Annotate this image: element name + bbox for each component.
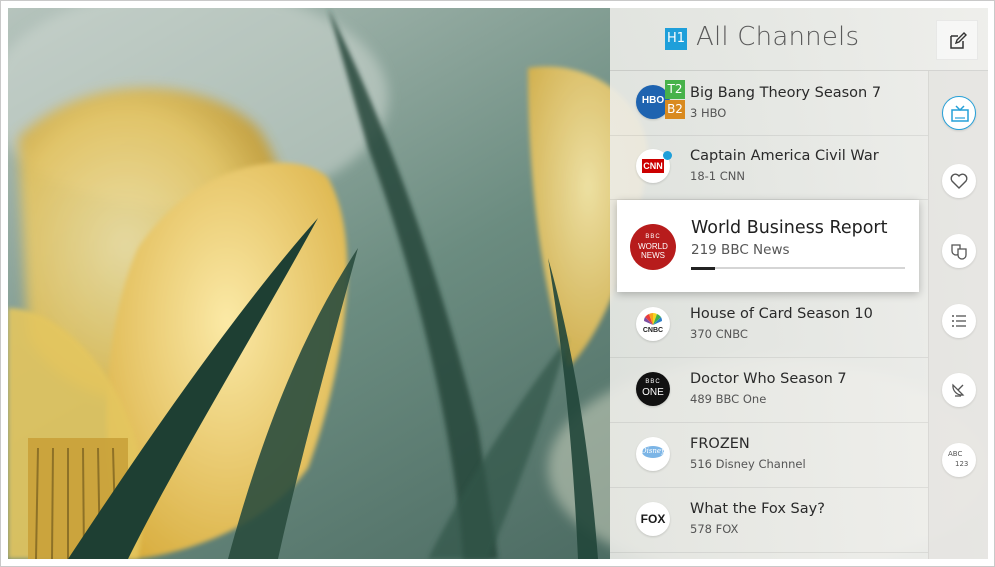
abc-label: ABC bbox=[948, 450, 963, 458]
channel-row-bbc-world-news-focused[interactable]: BBC WORLD NEWS World Business Report 219… bbox=[617, 200, 919, 292]
channel-number-name: 370 CNBC bbox=[690, 327, 748, 341]
bbc-world-news-logo: BBC WORLD NEWS bbox=[630, 224, 676, 270]
channel-title: What the Fox Say? bbox=[690, 501, 825, 517]
channel-row-hbo[interactable]: HBO T2 B2 Big Bang Theory Season 7 3 HBO bbox=[610, 71, 928, 136]
category-sidebar: ABC 123 bbox=[928, 71, 988, 559]
genre-button[interactable] bbox=[942, 234, 976, 268]
theater-masks-icon bbox=[951, 244, 967, 260]
fox-logo-text: FOX bbox=[640, 512, 666, 526]
bbc-one-logo-line2: ONE bbox=[642, 387, 664, 398]
all-channels-button[interactable] bbox=[942, 96, 976, 130]
sort-alpha-numeric-button[interactable]: ABC 123 bbox=[942, 443, 976, 477]
tv-icon bbox=[951, 105, 969, 122]
channel-number-name: 516 Disney Channel bbox=[690, 457, 806, 471]
antenna-button[interactable] bbox=[942, 373, 976, 407]
channel-row-disney[interactable]: Disney FROZEN 516 Disney Channel bbox=[610, 423, 928, 488]
heart-icon bbox=[950, 173, 968, 189]
fox-logo: FOX bbox=[636, 502, 670, 536]
tag-t2: T2 bbox=[665, 80, 685, 99]
channel-number-name: 578 FOX bbox=[690, 522, 739, 536]
tag-b2: B2 bbox=[665, 100, 685, 119]
satellite-dish-icon bbox=[952, 383, 965, 397]
page-title: All Channels bbox=[696, 22, 860, 52]
cnbc-logo-text: CNBC bbox=[642, 327, 664, 334]
channel-number-name: 219 BBC News bbox=[691, 242, 790, 258]
bbc-wn-logo-line2: WORLD bbox=[638, 242, 668, 251]
bbc-one-logo: BBC ONE bbox=[636, 372, 670, 406]
channel-row-cnn[interactable]: CNN Captain America Civil War 18-1 CNN bbox=[610, 135, 928, 200]
channel-title: Big Bang Theory Season 7 bbox=[690, 85, 882, 101]
program-progress-bar bbox=[691, 266, 905, 270]
channel-row-bbc-one[interactable]: BBC ONE Doctor Who Season 7 489 BBC One bbox=[610, 358, 928, 423]
channel-title: Captain America Civil War bbox=[690, 148, 879, 164]
bbc-one-logo-line1: BBC bbox=[645, 379, 661, 385]
live-indicator-icon bbox=[663, 151, 672, 160]
channel-row-cnbc[interactable]: CNBC House of Card Season 10 370 CNBC bbox=[610, 293, 928, 358]
bbc-wn-logo-line3: NEWS bbox=[641, 251, 665, 260]
edit-button[interactable] bbox=[936, 20, 978, 60]
cnn-logo-text: CNN bbox=[642, 159, 664, 173]
h1-badge: H1 bbox=[665, 28, 687, 50]
cnbc-logo: CNBC bbox=[636, 307, 670, 341]
channel-number-name: 489 BBC One bbox=[690, 392, 767, 406]
channel-row-fox[interactable]: FOX What the Fox Say? 578 FOX bbox=[610, 488, 928, 553]
disney-channel-logo: Disney bbox=[636, 437, 670, 471]
channel-list-panel: H1 All Channels HBO T2 B2 Big Bang Theor… bbox=[610, 8, 988, 559]
num-label: 123 bbox=[955, 460, 969, 468]
bbc-wn-logo-line1: BBC bbox=[645, 234, 661, 240]
favorites-button[interactable] bbox=[942, 164, 976, 198]
list-icon bbox=[952, 315, 966, 327]
channel-title: FROZEN bbox=[690, 436, 750, 452]
disney-logo-text: Disney bbox=[640, 447, 666, 455]
channel-title: House of Card Season 10 bbox=[690, 306, 873, 322]
channel-title: Doctor Who Season 7 bbox=[690, 371, 847, 387]
program-progress-fill bbox=[691, 266, 715, 270]
tv-frame: H1 All Channels HBO T2 B2 Big Bang Theor… bbox=[0, 0, 995, 567]
cnbc-peacock-icon bbox=[643, 312, 663, 325]
abc-123-icon: ABC 123 bbox=[942, 443, 976, 477]
channel-title: World Business Report bbox=[691, 218, 888, 238]
panel-header: H1 All Channels bbox=[610, 8, 988, 71]
channel-number-name: 18-1 CNN bbox=[690, 169, 745, 183]
channel-number-name: 3 HBO bbox=[690, 106, 727, 120]
edit-icon bbox=[950, 32, 967, 49]
tv-screen: H1 All Channels HBO T2 B2 Big Bang Theor… bbox=[8, 8, 988, 559]
channel-list-button[interactable] bbox=[942, 304, 976, 338]
